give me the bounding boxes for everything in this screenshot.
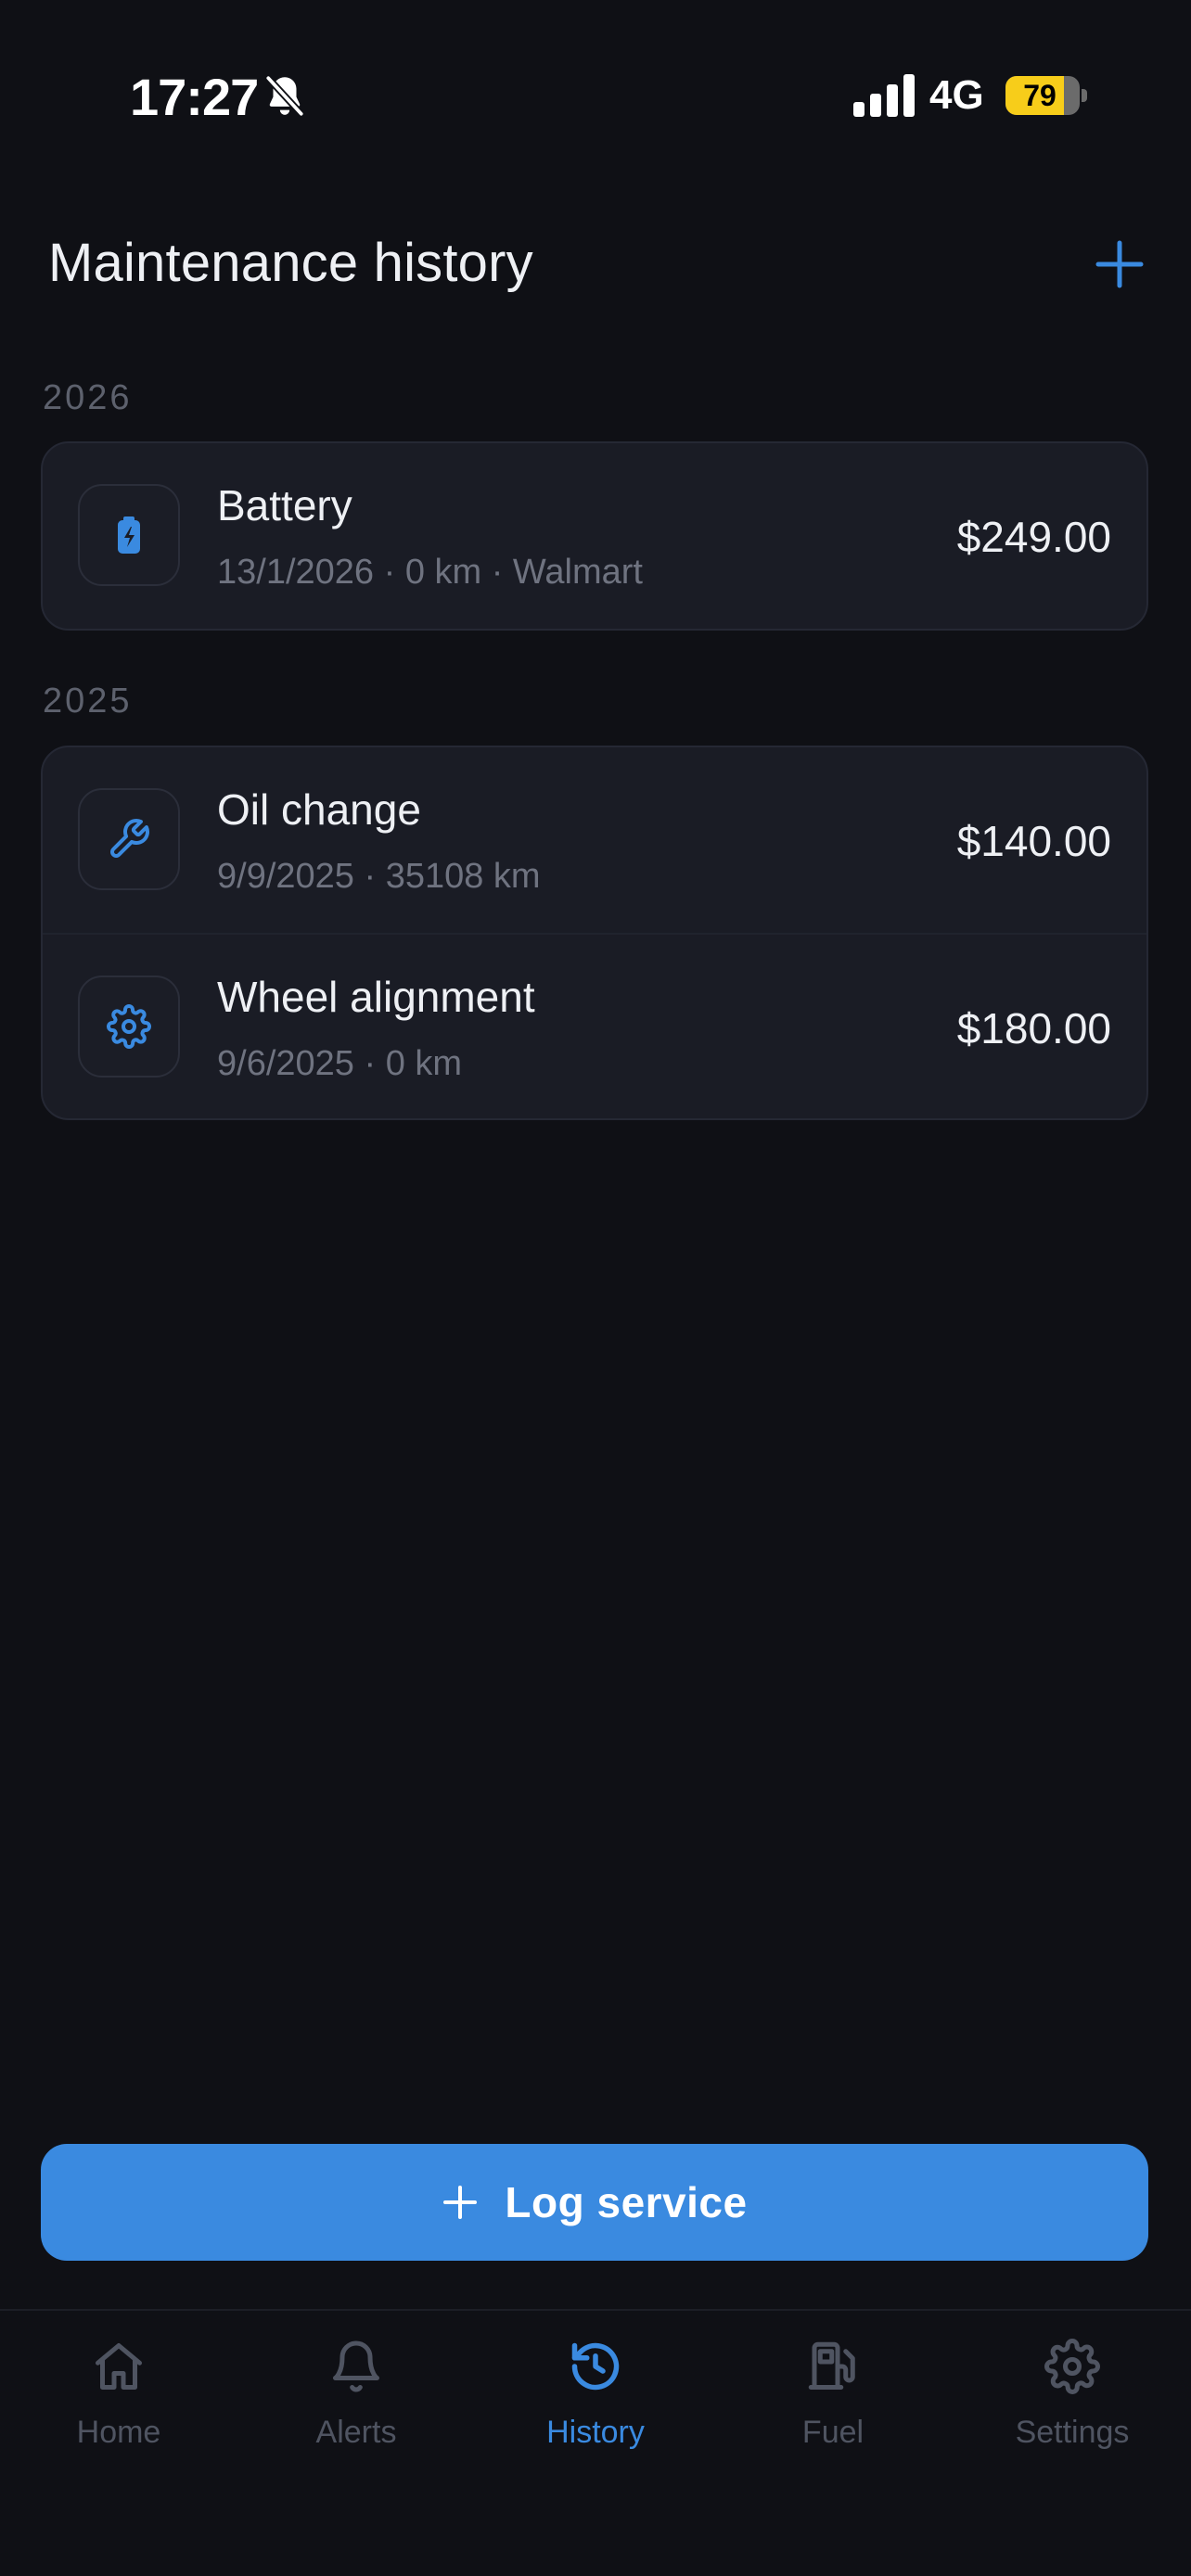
history-icon — [571, 2342, 620, 2391]
item-icon-box — [78, 976, 180, 1078]
tab-bar: Home Alerts History Fuel Settings — [0, 2309, 1191, 2576]
screen: 17:27 4G 79 Maintenance history 2026 Bat… — [0, 0, 1191, 2576]
history-item-oil-change[interactable]: Oil change 9/9/2025 · 35108 km $140.00 — [43, 747, 1146, 933]
plus-icon — [443, 2186, 478, 2219]
wrench-icon — [110, 819, 149, 858]
tab-label: Home — [76, 2415, 161, 2450]
history-card-2025: Oil change 9/9/2025 · 35108 km $140.00 W… — [41, 746, 1148, 1120]
battery-charging-icon — [118, 516, 140, 554]
battery-percent: 79 — [1023, 79, 1057, 112]
tab-home[interactable]: Home — [0, 2311, 237, 2496]
item-title: Wheel alignment — [217, 973, 535, 1021]
item-title: Battery — [217, 481, 352, 529]
section-year-2026: 2026 — [43, 378, 133, 417]
tab-label: Settings — [1015, 2415, 1130, 2450]
section-year-2025: 2025 — [43, 682, 133, 721]
tab-label: History — [546, 2415, 645, 2450]
battery-body: 79 — [1005, 76, 1080, 115]
tab-label: Fuel — [801, 2415, 864, 2450]
tab-history[interactable]: History — [477, 2311, 714, 2496]
add-record-button[interactable] — [1095, 239, 1145, 289]
battery-tip — [1082, 89, 1087, 102]
item-title: Oil change — [217, 785, 421, 834]
item-icon-box — [78, 788, 180, 890]
item-icon-box — [78, 484, 180, 586]
tab-fuel[interactable]: Fuel — [714, 2311, 952, 2496]
tab-label: Alerts — [315, 2415, 397, 2450]
log-service-label: Log service — [505, 2178, 748, 2226]
bell-off-icon — [264, 74, 305, 118]
status-bar: 17:27 4G 79 — [0, 0, 1191, 185]
history-item-battery[interactable]: Battery 13/1/2026 · 0 km · Walmart $249.… — [43, 443, 1146, 629]
bell-icon — [333, 2340, 379, 2392]
history-card-2026: Battery 13/1/2026 · 0 km · Walmart $249.… — [41, 441, 1148, 631]
item-amount: $249.00 — [956, 513, 1111, 561]
gear-icon — [1044, 2339, 1100, 2394]
item-amount: $140.00 — [956, 817, 1111, 865]
tab-alerts[interactable]: Alerts — [237, 2311, 475, 2496]
item-amount: $180.00 — [956, 1004, 1111, 1052]
fuel-pump-icon — [808, 2341, 855, 2390]
page-title: Maintenance history — [48, 233, 533, 293]
item-details: 13/1/2026 · 0 km · Walmart — [217, 553, 643, 592]
item-details: 9/6/2025 · 0 km — [217, 1044, 463, 1083]
home-icon — [96, 2343, 142, 2390]
item-details: 9/9/2025 · 35108 km — [217, 857, 541, 896]
gear-icon — [107, 1004, 151, 1049]
history-item-wheel-alignment[interactable]: Wheel alignment 9/6/2025 · 0 km $180.00 — [43, 933, 1146, 1118]
battery-indicator: 79 — [1005, 76, 1087, 115]
cellular-signal-icon — [853, 74, 915, 117]
status-time: 17:27 — [130, 68, 259, 126]
network-type: 4G — [929, 72, 984, 118]
tab-settings[interactable]: Settings — [954, 2311, 1191, 2496]
log-service-button[interactable]: Log service — [41, 2144, 1148, 2261]
